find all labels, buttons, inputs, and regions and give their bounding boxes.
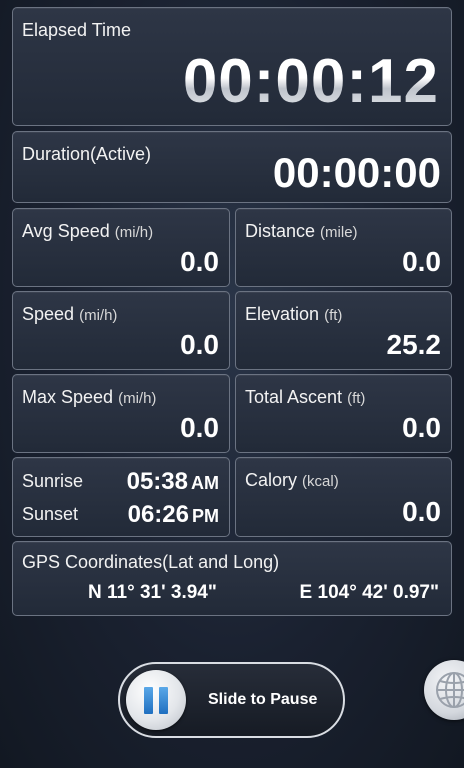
slider-knob[interactable] xyxy=(126,670,186,730)
avg-speed-value: 0.0 xyxy=(180,246,219,277)
globe-icon xyxy=(436,672,464,708)
max-speed-value: 0.0 xyxy=(180,412,219,443)
duration-card: Duration(Active) 00:00:00 xyxy=(12,131,452,203)
total-ascent-label: Total Ascent (ft) xyxy=(245,387,365,408)
avg-speed-unit: (mi/h) xyxy=(114,224,154,241)
elevation-unit: (ft) xyxy=(324,307,343,324)
elapsed-time-card: Elapsed Time 00:00:12 xyxy=(12,7,452,126)
avg-speed-label: Avg Speed (mi/h) xyxy=(22,221,153,242)
total-ascent-card: Total Ascent (ft) 0.0 xyxy=(235,374,452,453)
max-speed-label: Max Speed (mi/h) xyxy=(22,387,156,408)
speed-label: Speed (mi/h) xyxy=(22,304,117,325)
duration-label: Duration(Active) xyxy=(22,144,152,164)
calory-card: Calory (kcal) 0.0 xyxy=(235,457,452,537)
calory-unit: (kcal) xyxy=(302,473,339,490)
distance-unit: (mile) xyxy=(320,224,358,241)
gps-label: GPS Coordinates(Lat and Long) xyxy=(22,552,280,572)
max-speed-unit: (mi/h) xyxy=(118,390,157,407)
sunrise-row: Sunrise 05:38 AM xyxy=(22,466,219,496)
avg-speed-label-text: Avg Speed xyxy=(22,221,110,241)
speed-unit: (mi/h) xyxy=(79,307,118,324)
sunset-time-value: 06:26 xyxy=(127,501,189,528)
sunrise-time-value: 05:38 xyxy=(126,468,188,495)
slide-to-pause-label: Slide to Pause xyxy=(208,691,318,708)
sunrise-ampm: AM xyxy=(191,473,219,493)
sunset-time: 06:26 PM xyxy=(128,501,219,529)
elevation-label: Elevation (ft) xyxy=(245,304,342,325)
distance-label: Distance (mile) xyxy=(245,221,358,242)
max-speed-label-text: Max Speed xyxy=(22,387,114,407)
elapsed-time-value: 00:00:12 xyxy=(182,47,439,116)
max-speed-card: Max Speed (mi/h) 0.0 xyxy=(12,374,230,453)
gps-latitude: N 11° 31' 3.94" xyxy=(88,582,217,603)
sunset-ampm: PM xyxy=(192,506,219,526)
slide-to-pause-slider[interactable]: Slide to Pause xyxy=(118,662,345,738)
sunrise-time: 05:38 AM xyxy=(127,468,219,496)
speed-label-text: Speed xyxy=(22,304,75,324)
total-ascent-label-text: Total Ascent xyxy=(245,387,343,407)
distance-value: 0.0 xyxy=(402,246,441,277)
calory-label-text: Calory xyxy=(245,470,298,490)
gps-coordinates-card: GPS Coordinates(Lat and Long) N 11° 31' … xyxy=(12,541,452,616)
sunset-row: Sunset 06:26 PM xyxy=(22,499,219,529)
total-ascent-value: 0.0 xyxy=(402,412,441,443)
speed-value: 0.0 xyxy=(180,329,219,360)
map-button[interactable] xyxy=(424,660,464,720)
elevation-card: Elevation (ft) 25.2 xyxy=(235,291,452,370)
avg-speed-card: Avg Speed (mi/h) 0.0 xyxy=(12,208,230,287)
calory-label: Calory (kcal) xyxy=(245,470,339,491)
distance-card: Distance (mile) 0.0 xyxy=(235,208,452,287)
speed-card: Speed (mi/h) 0.0 xyxy=(12,291,230,370)
calory-value: 0.0 xyxy=(402,496,441,527)
elevation-value: 25.2 xyxy=(386,329,442,360)
elapsed-time-label: Elapsed Time xyxy=(22,20,132,40)
sun-times-card: Sunrise 05:38 AM Sunset 06:26 PM xyxy=(12,457,230,537)
total-ascent-unit: (ft) xyxy=(347,390,366,407)
sunset-label: Sunset xyxy=(22,504,79,524)
distance-label-text: Distance xyxy=(245,221,316,241)
sunrise-label: Sunrise xyxy=(22,471,84,491)
gps-longitude: E 104° 42' 0.97" xyxy=(299,582,439,603)
elevation-label-text: Elevation xyxy=(245,304,320,324)
duration-value: 00:00:00 xyxy=(272,149,441,196)
